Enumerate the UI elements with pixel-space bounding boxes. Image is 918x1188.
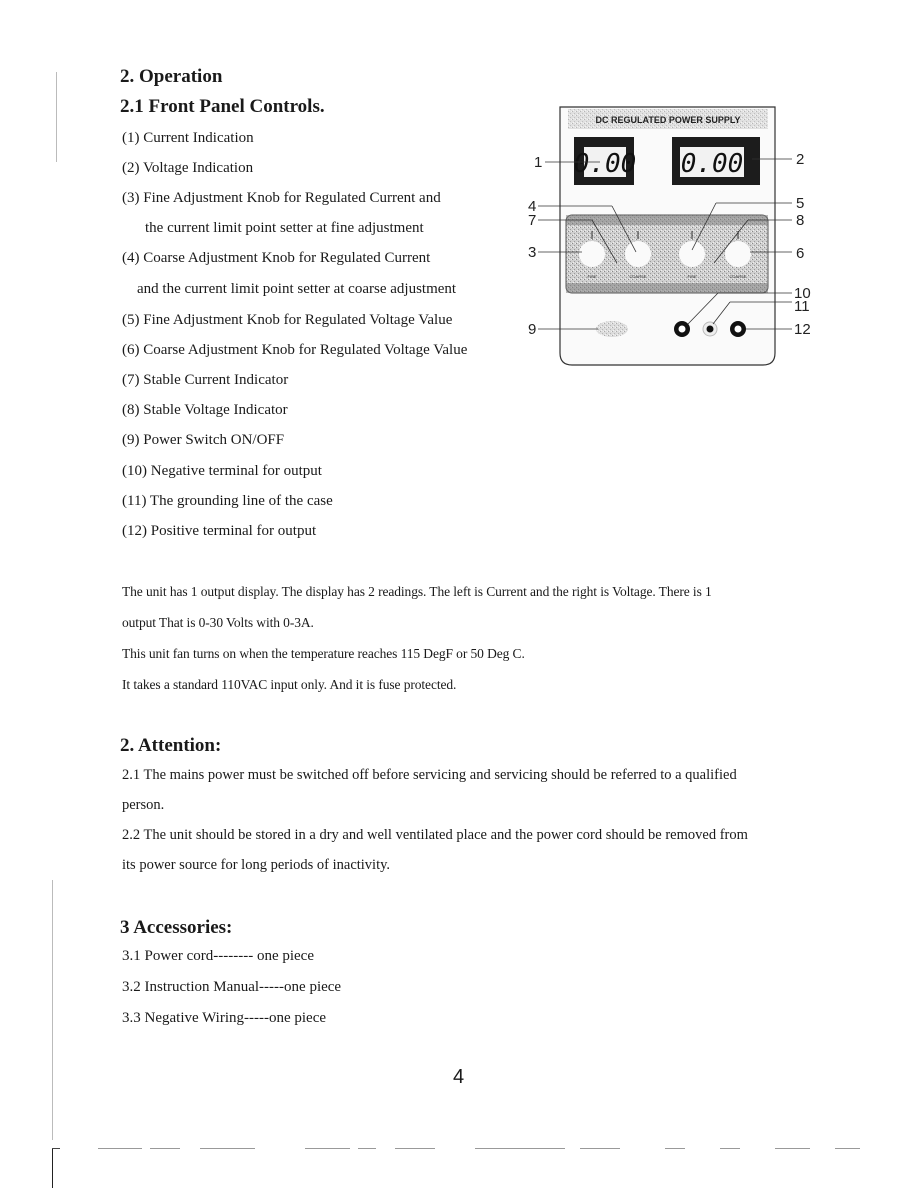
- list-item-continuation: the current limit point setter at fine a…: [145, 220, 424, 236]
- scan-edge-line: [52, 1148, 53, 1188]
- attention-paragraph-line: 2.1 The mains power must be switched off…: [122, 767, 737, 783]
- attention-paragraph-line: person.: [122, 797, 165, 813]
- list-item: (6) Coarse Adjustment Knob for Regulated…: [122, 342, 468, 358]
- svg-text:FINE: FINE: [587, 274, 596, 279]
- accessory-item: 3.3 Negative Wiring-----one piece: [122, 1010, 327, 1026]
- callout-2: 2: [796, 151, 804, 168]
- page-number: 4: [453, 1066, 465, 1088]
- list-item: (9) Power Switch ON/OFF: [122, 432, 285, 448]
- scan-margin-artifact: [52, 880, 53, 1140]
- knob-voltage-coarse: [725, 241, 751, 267]
- description-line: This unit fan turns on when the temperat…: [122, 646, 525, 661]
- list-item: (10) Negative terminal for output: [122, 463, 322, 479]
- footer-rule: [475, 1148, 565, 1149]
- current-display: 0.00: [574, 137, 637, 185]
- callout-7: 7: [528, 212, 536, 229]
- callout-11: 11: [794, 298, 810, 315]
- accessory-item: 3.1 Power cord-------- one piece: [122, 948, 314, 964]
- section-title-attention: 2. Attention:: [120, 735, 222, 756]
- callout-9: 9: [528, 321, 536, 338]
- list-item: (2) Voltage Indication: [122, 160, 254, 176]
- footer-rule: [775, 1148, 810, 1149]
- callout-5: 5: [796, 195, 804, 212]
- attention-paragraph-line: its power source for long periods of ina…: [122, 857, 391, 873]
- description-line: The unit has 1 output display. The displ…: [122, 584, 712, 599]
- list-item-continuation: and the current limit point setter at co…: [137, 281, 457, 297]
- subsection-title-front-panel: 2.1 Front Panel Controls.: [120, 96, 325, 117]
- callout-6: 6: [796, 245, 804, 262]
- callout-12: 12: [794, 321, 811, 338]
- scan-edge-line: [52, 1148, 60, 1149]
- description-line: output That is 0-30 Volts with 0-3A.: [122, 615, 314, 630]
- footer-rule: [835, 1148, 860, 1149]
- list-item: (3) Fine Adjustment Knob for Regulated C…: [122, 190, 441, 206]
- attention-paragraph-line: 2.2 The unit should be stored in a dry a…: [122, 827, 748, 843]
- svg-text:COARSE: COARSE: [630, 274, 647, 279]
- section-title-operation: 2. Operation: [120, 66, 223, 87]
- panel-title: DC REGULATED POWER SUPPLY: [595, 115, 740, 125]
- front-panel-diagram: DC REGULATED POWER SUPPLY 0.00 0.00 FINE…: [528, 106, 811, 366]
- footer-rule: [580, 1148, 620, 1149]
- description-line: It takes a standard 110VAC input only. A…: [122, 677, 457, 692]
- knob-current-coarse: [625, 241, 651, 267]
- knob-voltage-fine: [679, 241, 705, 267]
- list-item: (4) Coarse Adjustment Knob for Regulated…: [122, 250, 431, 266]
- list-item: (11) The grounding line of the case: [122, 493, 333, 509]
- callout-1: 1: [534, 154, 542, 171]
- current-display-value: 0.00: [574, 149, 637, 179]
- list-item: (5) Fine Adjustment Knob for Regulated V…: [122, 312, 453, 328]
- list-item: (1) Current Indication: [122, 130, 254, 146]
- footer-rule: [720, 1148, 740, 1149]
- voltage-display: 0.00: [672, 137, 760, 185]
- power-switch: [596, 321, 628, 337]
- section-title-accessories: 3 Accessories:: [120, 917, 233, 938]
- accessory-item: 3.2 Instruction Manual-----one piece: [122, 979, 342, 995]
- list-item: (12) Positive terminal for output: [122, 523, 317, 539]
- callout-3: 3: [528, 244, 536, 261]
- footer-rule: [395, 1148, 435, 1149]
- knob-current-fine: [579, 241, 605, 267]
- svg-text:COARSE: COARSE: [730, 274, 747, 279]
- scan-margin-artifact: [56, 72, 57, 162]
- footer-rule: [665, 1148, 685, 1149]
- list-item: (7) Stable Current Indicator: [122, 372, 289, 388]
- footer-rule: [150, 1148, 180, 1149]
- callout-8: 8: [796, 212, 804, 229]
- svg-text:FINE: FINE: [687, 274, 696, 279]
- footer-rule: [358, 1148, 376, 1149]
- list-item: (8) Stable Voltage Indicator: [122, 402, 288, 418]
- footer-rule: [98, 1148, 142, 1149]
- footer-rule: [305, 1148, 350, 1149]
- footer-rule: [200, 1148, 255, 1149]
- voltage-display-value: 0.00: [681, 149, 744, 179]
